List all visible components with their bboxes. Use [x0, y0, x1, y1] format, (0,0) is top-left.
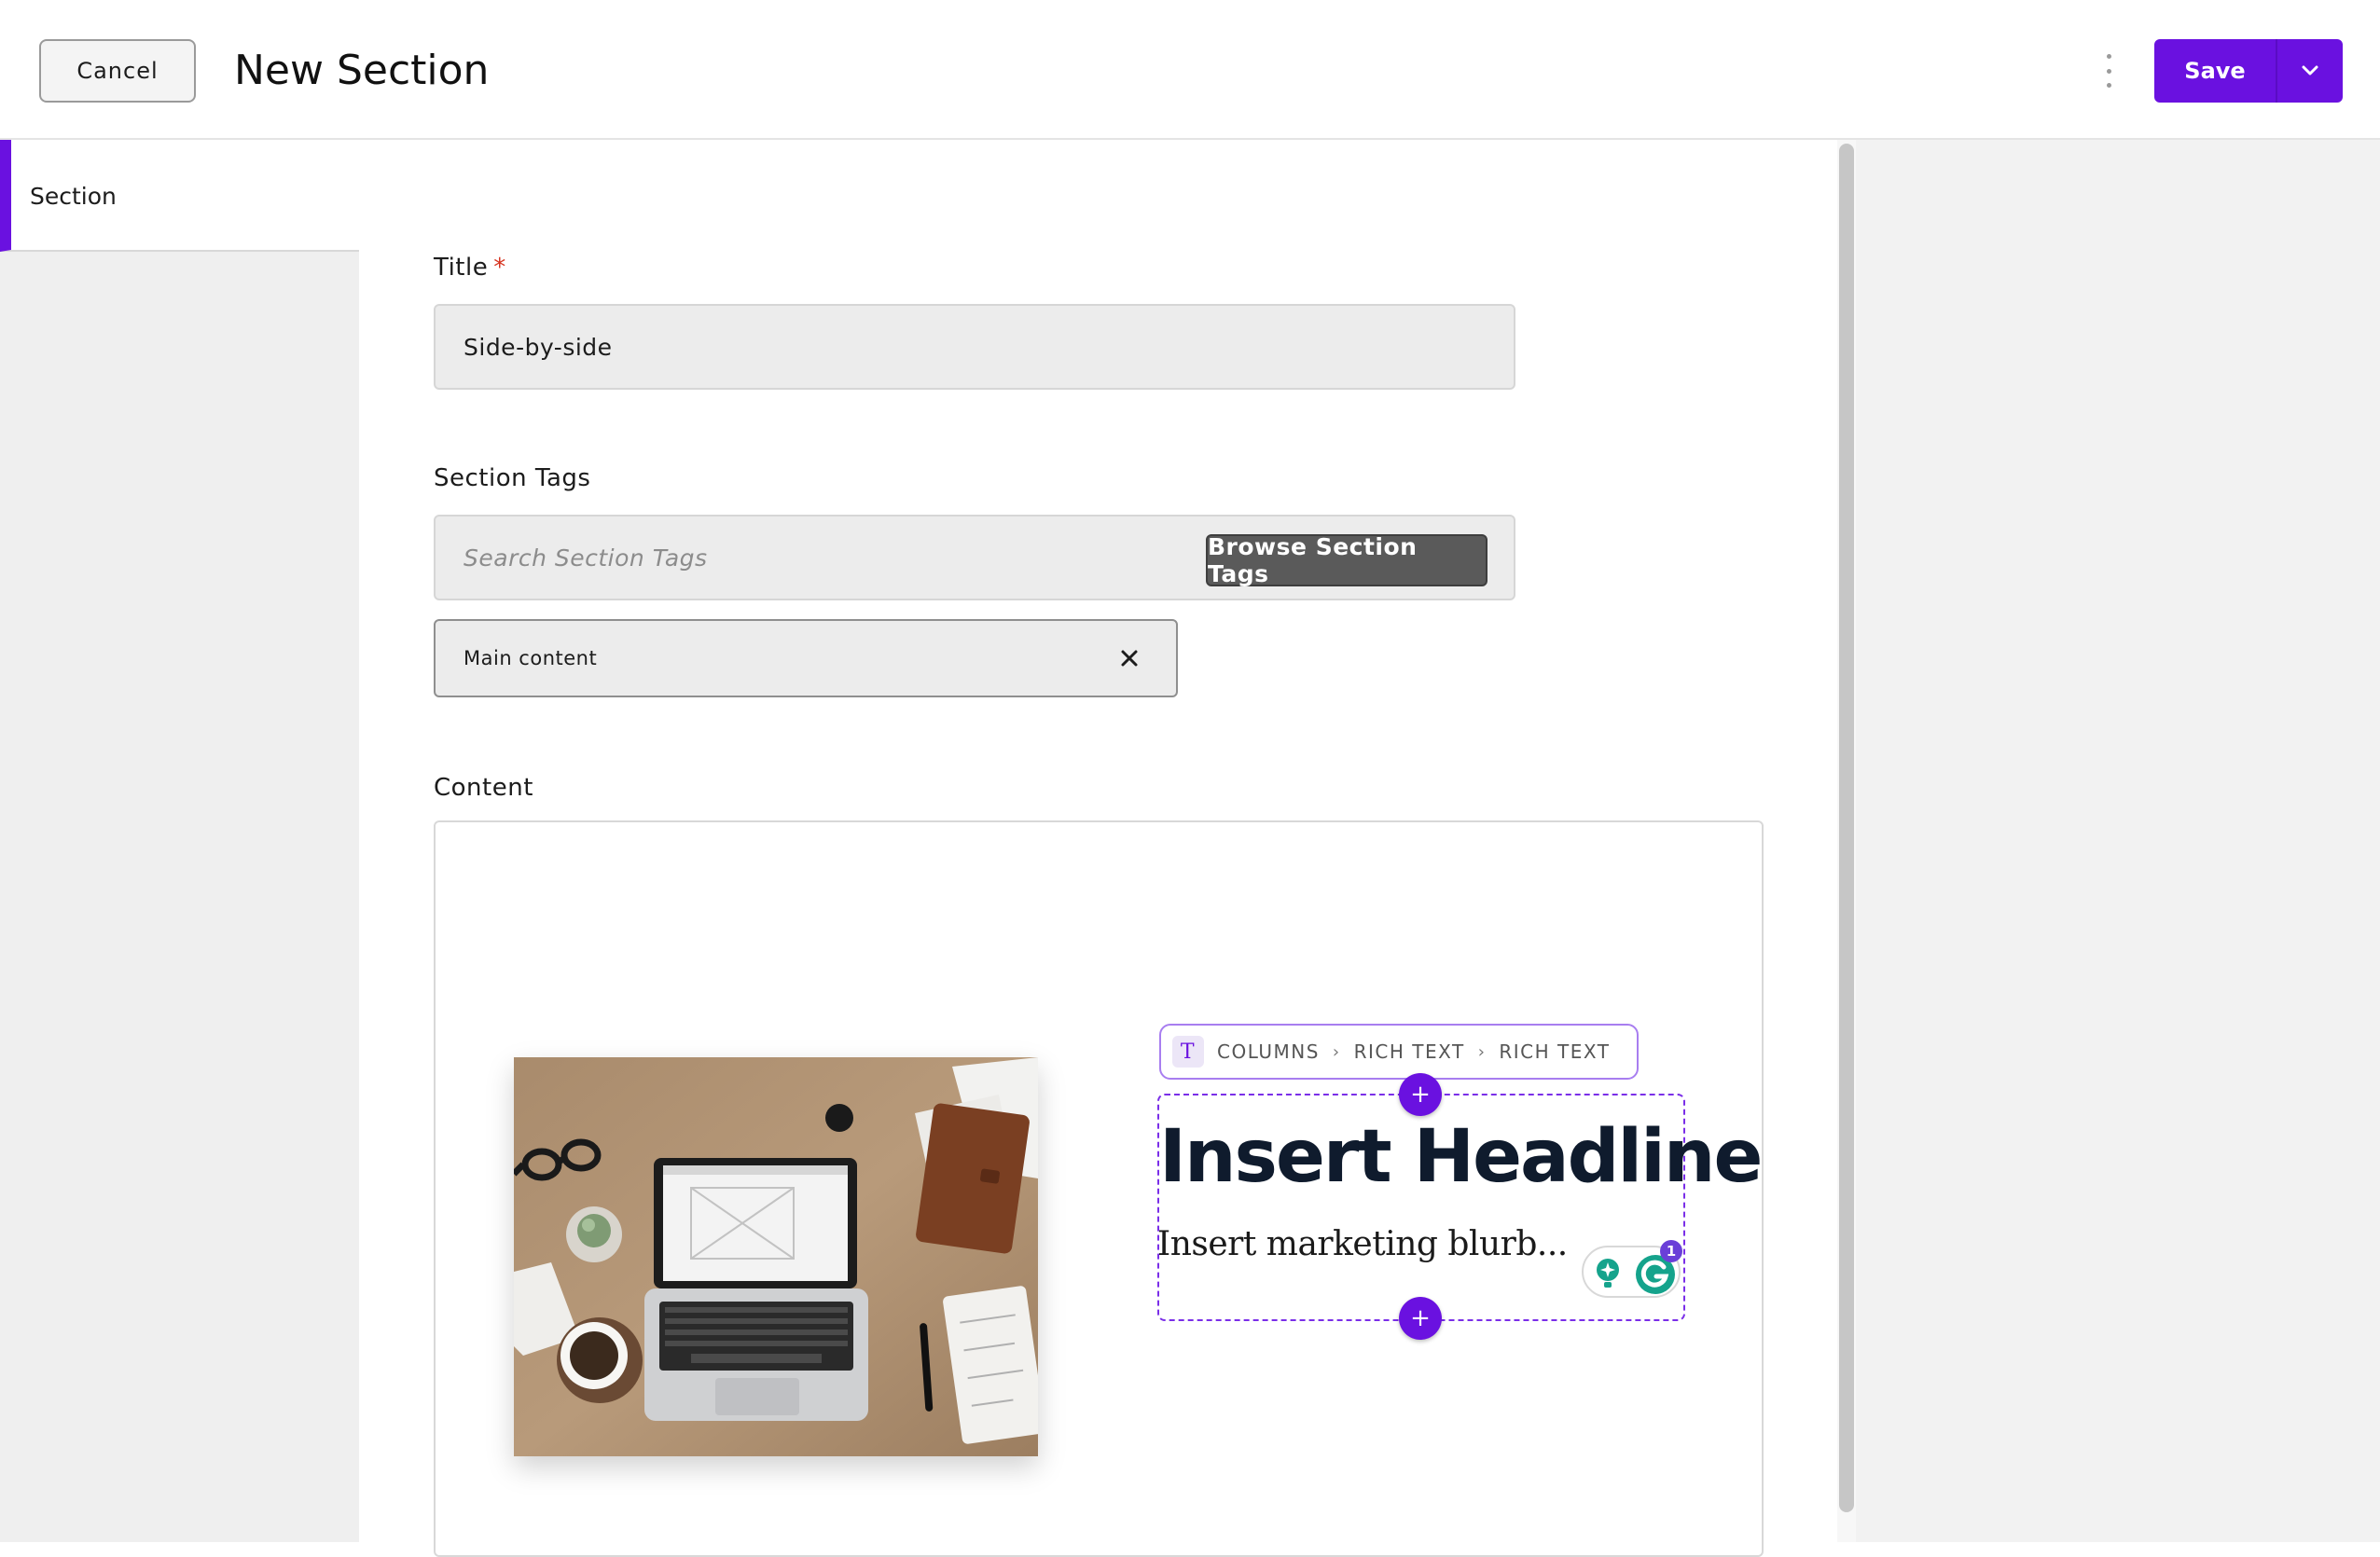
title-label: Title * — [434, 254, 506, 282]
sidebar-item-label: Section — [30, 183, 117, 210]
close-icon[interactable] — [1118, 647, 1141, 669]
sidebar: Section — [0, 140, 359, 1542]
browse-section-tags-button[interactable]: Browse Section Tags — [1206, 533, 1488, 587]
right-panel — [1856, 140, 2380, 1542]
breadcrumb-item-rich-text[interactable]: RICH TEXT — [1354, 1040, 1465, 1063]
top-bar: Cancel New Section Save — [0, 0, 2380, 140]
required-marker: * — [493, 254, 506, 282]
search-placeholder: Search Section Tags — [464, 544, 708, 572]
add-block-below-button[interactable]: + — [1399, 1297, 1442, 1340]
section-tags-search-input[interactable]: Search Section Tags Browse Section Tags — [434, 515, 1515, 600]
headline-text[interactable]: Insert Headline — [1159, 1115, 1763, 1199]
sidebar-item-section[interactable]: Section — [0, 140, 359, 252]
tag-chip-label: Main content — [464, 647, 598, 669]
text-type-icon: T — [1172, 1036, 1204, 1068]
title-input[interactable]: Side-by-side — [434, 304, 1515, 390]
scrollbar-thumb[interactable] — [1839, 144, 1854, 1512]
block-breadcrumb: T COLUMNS › RICH TEXT › RICH TEXT — [1159, 1024, 1639, 1080]
breadcrumb-item-rich-text-current[interactable]: RICH TEXT — [1499, 1040, 1610, 1063]
save-button-group: Save — [2154, 39, 2343, 103]
page-title: New Section — [234, 47, 490, 94]
grammarly-widget[interactable]: 1 — [1582, 1240, 1682, 1298]
save-options-chevron-down-icon[interactable] — [2277, 39, 2343, 103]
chevron-right-icon: › — [1332, 1041, 1341, 1062]
selected-tag-chip: Main content — [434, 619, 1178, 697]
more-options-icon[interactable] — [2104, 54, 2113, 88]
notification-badge: 1 — [1660, 1240, 1682, 1262]
laptop-desk-photo[interactable] — [514, 1057, 1038, 1456]
breadcrumb-item-columns[interactable]: COLUMNS — [1217, 1040, 1320, 1063]
content-label: Content — [434, 774, 533, 802]
save-button[interactable]: Save — [2154, 39, 2277, 103]
lightbulb-icon[interactable] — [1593, 1257, 1623, 1295]
cancel-button[interactable]: Cancel — [39, 39, 196, 103]
add-block-above-button[interactable]: + — [1399, 1073, 1442, 1116]
blurb-text[interactable]: Insert marketing blurb... — [1157, 1225, 1568, 1263]
chevron-right-icon: › — [1477, 1041, 1487, 1062]
section-tags-label: Section Tags — [434, 464, 591, 492]
